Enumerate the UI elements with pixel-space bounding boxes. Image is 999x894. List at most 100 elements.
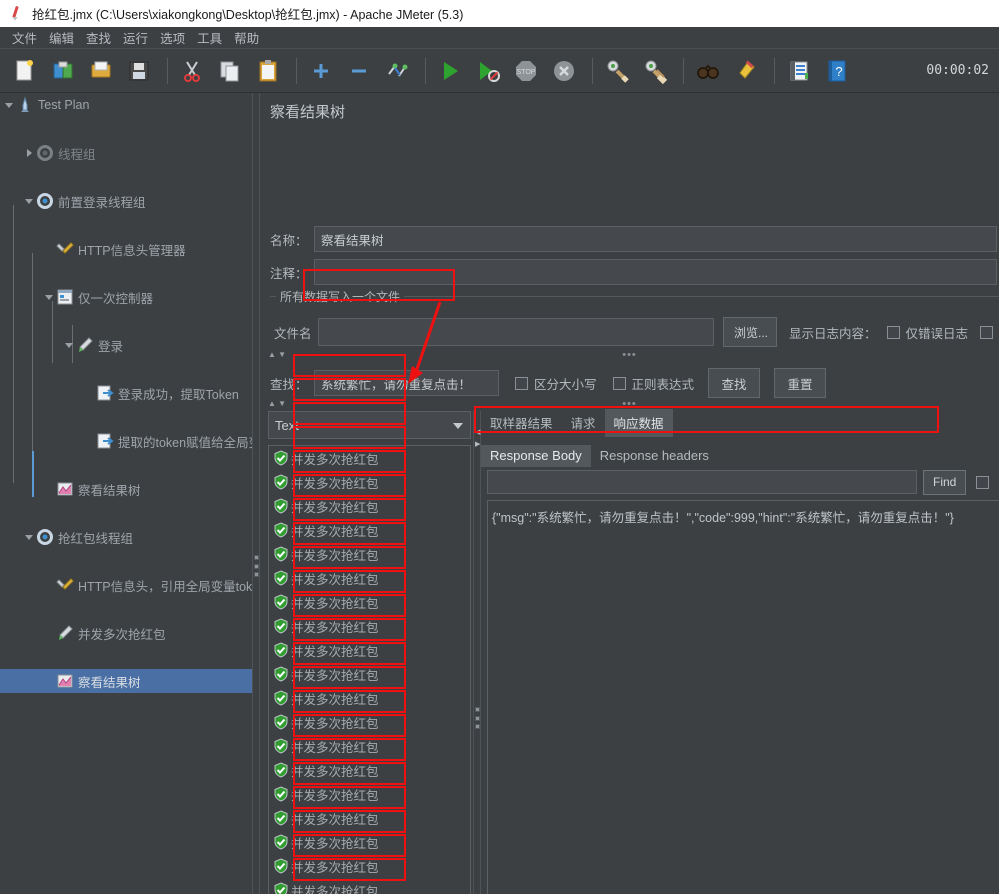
stop-icon[interactable]: STOP: [509, 54, 543, 88]
tab-response-body[interactable]: Response Body: [481, 445, 591, 467]
split-handle-top[interactable]: ▲ ▼ •••: [260, 349, 999, 360]
result-list-item[interactable]: 并发多次抢红包: [269, 590, 470, 614]
tree-node-assign-token-global[interactable]: 提取的token赋值给全局变量: [0, 429, 252, 453]
comment-input[interactable]: [314, 259, 997, 285]
chevron-down-icon[interactable]: [2, 98, 16, 112]
test-plan-tree[interactable]: Test Plan 线程组 前置登录线程组 HTTP信息头管理器 仅一次控制器 …: [0, 93, 252, 894]
new-icon[interactable]: [8, 54, 42, 88]
response-body-text[interactable]: {"msg":"系统繁忙，请勿重复点击！","code":999,"hint":…: [487, 500, 999, 894]
result-list-item[interactable]: 并发多次抢红包: [269, 734, 470, 758]
tree-node-http-header-global-token[interactable]: HTTP信息头，引用全局变量token: [0, 573, 252, 597]
result-list-item[interactable]: 并发多次抢红包: [269, 782, 470, 806]
result-list-item[interactable]: 并发多次抢红包: [269, 878, 470, 894]
chevron-down-icon[interactable]: [22, 530, 36, 544]
result-list-item[interactable]: 并发多次抢红包: [269, 854, 470, 878]
menu-help[interactable]: 帮助: [228, 26, 265, 49]
split-arrows[interactable]: ▲ ▼: [268, 399, 286, 408]
open-icon[interactable]: [84, 54, 118, 88]
errors-only-checkbox[interactable]: [886, 325, 900, 339]
expand-all-icon[interactable]: [304, 54, 338, 88]
clear-all-icon[interactable]: [638, 54, 672, 88]
splitter-grip[interactable]: [254, 555, 259, 577]
menu-options[interactable]: 选项: [154, 26, 191, 49]
start-no-pauses-icon[interactable]: [471, 54, 505, 88]
result-list-item[interactable]: 并发多次抢红包: [269, 494, 470, 518]
menu-run[interactable]: 运行: [117, 26, 154, 49]
clear-icon[interactable]: [600, 54, 634, 88]
find-button[interactable]: Find: [923, 469, 967, 495]
start-icon[interactable]: [433, 54, 467, 88]
paste-icon[interactable]: [251, 54, 285, 88]
split-arrows[interactable]: ▲ ▼: [268, 350, 286, 359]
templates-icon[interactable]: [46, 54, 80, 88]
tree-node-extract-token[interactable]: 登录成功，提取Token: [0, 381, 252, 405]
find-case-checkbox[interactable]: [976, 475, 990, 489]
search-button[interactable]: 查找: [708, 368, 761, 398]
result-list-item[interactable]: 并发多次抢红包: [269, 830, 470, 854]
tree-node-thread-group-disabled[interactable]: 线程组: [0, 141, 252, 165]
tab-sampler-result[interactable]: 取样器结果: [481, 409, 562, 437]
result-list-item[interactable]: 并发多次抢红包: [269, 710, 470, 734]
result-list-item[interactable]: 并发多次抢红包: [269, 686, 470, 710]
tree-node-redpacket-thread-group[interactable]: 抢红包线程组: [0, 525, 252, 549]
browse-button[interactable]: 浏览...: [723, 317, 777, 347]
chevron-down-icon[interactable]: [22, 194, 36, 208]
result-list-item[interactable]: 并发多次抢红包: [269, 614, 470, 638]
tree-node-view-results-tree-2[interactable]: 察看结果树: [0, 669, 252, 693]
tree-node-http-header-manager[interactable]: HTTP信息头管理器: [0, 237, 252, 261]
name-input[interactable]: [314, 226, 997, 252]
result-list-item[interactable]: 并发多次抢红包: [269, 518, 470, 542]
results-detail-splitter[interactable]: ◀ ▶: [473, 411, 481, 894]
vertical-splitter[interactable]: [252, 93, 260, 894]
find-input[interactable]: [487, 470, 917, 494]
splitter-grip[interactable]: [475, 707, 480, 729]
cut-icon[interactable]: [175, 54, 209, 88]
menu-tools[interactable]: 工具: [191, 26, 228, 49]
collapse-all-icon[interactable]: [342, 54, 376, 88]
tree-node-view-results-tree-1[interactable]: 察看结果树: [0, 477, 252, 501]
result-list-item[interactable]: 并发多次抢红包: [269, 662, 470, 686]
regex-checkbox[interactable]: [612, 376, 626, 390]
toggle-icon[interactable]: [380, 54, 414, 88]
split-right-arrow-icon[interactable]: ▶: [475, 441, 480, 448]
chevron-down-icon[interactable]: [42, 290, 56, 304]
split-left-arrow-icon[interactable]: ◀: [475, 429, 480, 436]
result-list-item[interactable]: 并发多次抢红包: [269, 542, 470, 566]
result-list-item[interactable]: 并发多次抢红包: [269, 470, 470, 494]
search-icon[interactable]: [691, 54, 725, 88]
chevron-down-icon[interactable]: [62, 338, 76, 352]
function-helper-icon[interactable]: [782, 54, 816, 88]
tree-node-login-sampler[interactable]: 登录: [0, 333, 252, 357]
tab-response-data[interactable]: 响应数据: [604, 409, 673, 437]
menu-file[interactable]: 文件: [6, 26, 43, 49]
menu-search[interactable]: 查找: [80, 26, 117, 49]
result-list-item[interactable]: 并发多次抢红包: [269, 566, 470, 590]
copy-icon[interactable]: [213, 54, 247, 88]
tree-label: 前置登录线程组: [58, 195, 146, 210]
result-list-item[interactable]: 并发多次抢红包: [269, 806, 470, 830]
tree-node-once-only-controller[interactable]: 仅一次控制器: [0, 285, 252, 309]
split-handle-bottom[interactable]: ▲ ▼ •••: [260, 398, 999, 409]
save-icon[interactable]: [122, 54, 156, 88]
successes-only-checkbox[interactable]: [980, 325, 994, 339]
result-list-item[interactable]: 并发多次抢红包: [269, 758, 470, 782]
tree-node-test-plan[interactable]: Test Plan: [0, 93, 252, 117]
search-input[interactable]: [314, 370, 499, 396]
filename-input[interactable]: [318, 318, 714, 346]
result-list-item[interactable]: 并发多次抢红包: [269, 638, 470, 662]
help-icon[interactable]: ?: [820, 54, 854, 88]
errors-only-label: 仅错误日志: [905, 326, 969, 341]
chevron-right-icon[interactable]: [22, 146, 36, 160]
tab-response-headers[interactable]: Response headers: [591, 445, 718, 467]
menu-edit[interactable]: 编辑: [43, 26, 80, 49]
tab-request[interactable]: 请求: [562, 409, 605, 437]
shutdown-icon[interactable]: [547, 54, 581, 88]
case-sensitive-checkbox[interactable]: [515, 376, 528, 390]
reset-search-icon[interactable]: [729, 54, 763, 88]
tree-node-pre-login-thread-group[interactable]: 前置登录线程组: [0, 189, 252, 213]
renderer-select[interactable]: Text: [268, 411, 471, 439]
tree-node-concurrent-redpacket-sampler[interactable]: 并发多次抢红包: [0, 621, 252, 645]
result-list-item[interactable]: 并发多次抢红包: [269, 446, 470, 470]
results-list[interactable]: 并发多次抢红包 并发多次抢红包 并发多次抢红包 并发多次抢红包 并发多次抢红包 并发多次抢…: [268, 445, 471, 894]
reset-button[interactable]: 重置: [774, 368, 827, 398]
